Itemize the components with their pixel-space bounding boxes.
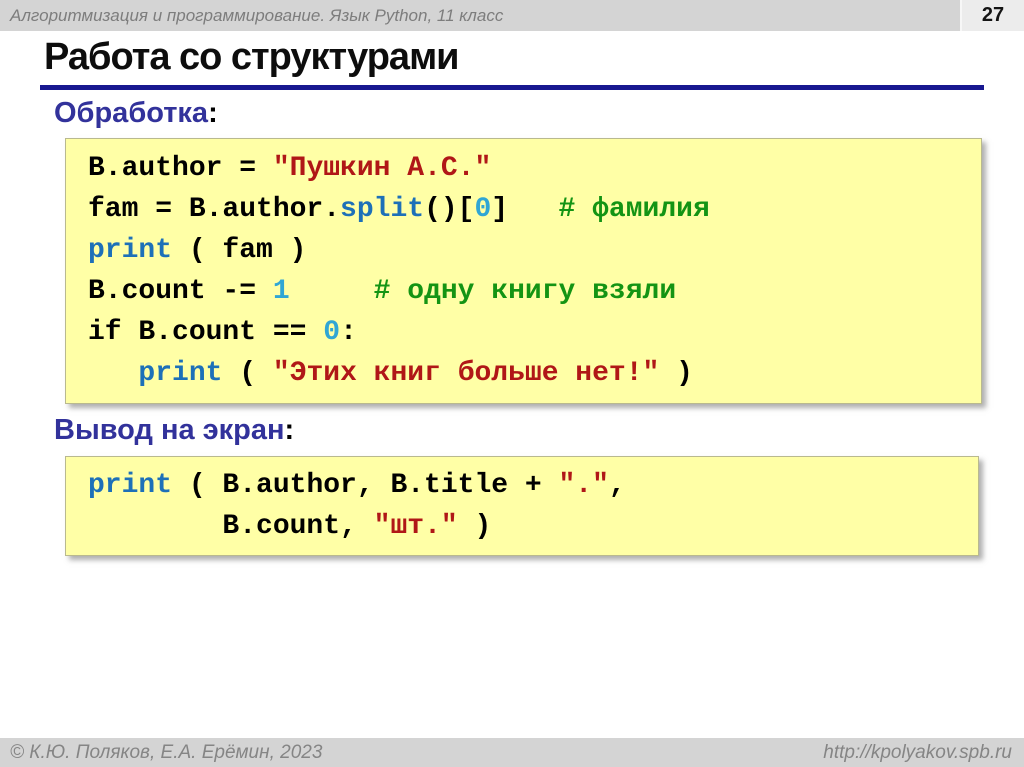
header-bar: Алгоритмизация и программирование. Язык … — [0, 0, 1024, 31]
slide-title: Работа со структурами — [44, 36, 459, 79]
page-number: 27 — [960, 0, 1024, 31]
code-token-string: "Пушкин А.С." — [273, 153, 491, 184]
section-label-output: Вывод на экран: — [54, 414, 294, 447]
code-line: print ( fam ) — [88, 230, 981, 271]
code-token-plain: B.author = — [88, 153, 273, 184]
title-underline — [40, 85, 984, 90]
code-token-keyword: print — [138, 358, 222, 389]
section-label-text: Обработка — [54, 97, 208, 129]
code-line: B.count, "шт." ) — [88, 506, 978, 547]
code-line: if B.count == 0: — [88, 312, 981, 353]
code-token-string: "Этих книг больше нет!" — [273, 358, 659, 389]
code-token-plain: ) — [659, 358, 693, 389]
code-line: B.author = "Пушкин А.С." — [88, 148, 981, 189]
footer-bar: © К.Ю. Поляков, Е.А. Ерёмин, 2023 http:/… — [0, 738, 1024, 767]
course-title: Алгоритмизация и программирование. Язык … — [10, 0, 503, 31]
code-token-plain: B.count -= — [88, 276, 273, 307]
code-token-plain: ( — [222, 358, 272, 389]
footer-website-link[interactable]: http://kpolyakov.spb.ru — [823, 738, 1012, 767]
code-token-string: "." — [558, 470, 608, 501]
code-token-plain: , — [609, 470, 626, 501]
code-token-keyword: print — [88, 470, 172, 501]
section-label-colon: : — [285, 414, 295, 446]
code-token-number: 1 — [273, 276, 290, 307]
code-token-plain: ( fam ) — [172, 235, 306, 266]
section-label-text: Вывод на экран — [54, 414, 285, 446]
code-token-plain — [88, 358, 138, 389]
code-token-string: "шт." — [374, 511, 458, 542]
code-token-plain — [290, 276, 374, 307]
code-token-plain: ()[ — [424, 194, 474, 225]
code-token-plain: ) — [458, 511, 492, 542]
code-token-plain: : — [340, 317, 357, 348]
footer-copyright: © К.Ю. Поляков, Е.А. Ерёмин, 2023 — [10, 738, 322, 767]
code-line: print ( "Этих книг больше нет!" ) — [88, 353, 981, 394]
code-token-comment: # одну книгу взяли — [374, 276, 676, 307]
code-token-plain: fam = B.author. — [88, 194, 340, 225]
code-token-keyword: print — [88, 235, 172, 266]
code-token-number: 0 — [323, 317, 340, 348]
code-block-output: print ( B.author, B.title + ".", B.count… — [65, 456, 979, 556]
code-line: fam = B.author.split()[0] # фамилия — [88, 189, 981, 230]
code-line: B.count -= 1 # одну книгу взяли — [88, 271, 981, 312]
section-label-colon: : — [208, 97, 218, 129]
code-line: print ( B.author, B.title + ".", — [88, 465, 978, 506]
code-token-comment: # фамилия — [559, 194, 710, 225]
code-block-processing: B.author = "Пушкин А.С."fam = B.author.s… — [65, 138, 982, 404]
code-token-number: 0 — [474, 194, 491, 225]
code-token-keyword: split — [340, 194, 424, 225]
code-token-plain: if B.count == — [88, 317, 323, 348]
section-label-processing: Обработка: — [54, 97, 218, 130]
code-token-plain: ] — [491, 194, 558, 225]
code-token-plain: B.count, — [88, 511, 374, 542]
code-token-plain: ( B.author, B.title + — [172, 470, 558, 501]
